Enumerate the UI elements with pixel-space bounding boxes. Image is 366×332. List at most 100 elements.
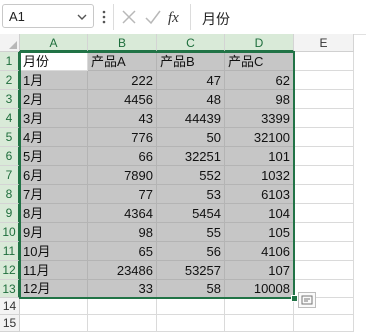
cell-d10[interactable]: 105 [225,223,294,242]
cell-c1[interactable]: 产品B [157,52,225,71]
column-header-a[interactable]: A [20,34,88,52]
row-header-10[interactable]: 10 [0,223,20,242]
cell-e12[interactable] [294,261,354,280]
cell-d1[interactable]: 产品C [225,52,294,71]
cell-e10[interactable] [294,223,354,242]
cell-d5[interactable]: 32100 [225,128,294,147]
cell-c3[interactable]: 48 [157,90,225,109]
cell-e8[interactable] [294,185,354,204]
row-header-12[interactable]: 12 [0,261,20,280]
cell-c2[interactable]: 47 [157,71,225,90]
cell-c13[interactable]: 58 [157,280,225,298]
fill-handle[interactable] [291,295,298,302]
cell-b8[interactable]: 77 [88,185,157,204]
row-header-8[interactable]: 8 [0,185,20,204]
cell-e15[interactable] [294,315,354,332]
cell-b13[interactable]: 33 [88,280,157,298]
select-all-button[interactable] [0,34,20,52]
cell-a5[interactable]: 4月 [20,128,88,147]
cell-b3[interactable]: 4456 [88,90,157,109]
close-icon[interactable] [119,7,139,27]
cell-d3[interactable]: 98 [225,90,294,109]
cell-b6[interactable]: 66 [88,147,157,166]
formula-input[interactable]: 月份 [196,4,366,30]
cell-a3[interactable]: 2月 [20,90,88,109]
cell-e7[interactable] [294,166,354,185]
cell-a14[interactable] [20,298,88,315]
cell-d11[interactable]: 4106 [225,242,294,261]
cell-c6[interactable]: 32251 [157,147,225,166]
column-header-d[interactable]: D [225,34,294,52]
cell-a11[interactable]: 10月 [20,242,88,261]
row-header-13[interactable]: 13 [0,280,20,298]
row-header-11[interactable]: 11 [0,242,20,261]
cell-d9[interactable]: 104 [225,204,294,223]
cell-d7[interactable]: 1032 [225,166,294,185]
cell-b7[interactable]: 7890 [88,166,157,185]
cell-c14[interactable] [157,298,225,315]
row-header-7[interactable]: 7 [0,166,20,185]
chevron-down-icon[interactable] [77,13,87,21]
cell-b2[interactable]: 222 [88,71,157,90]
cell-b15[interactable] [88,315,157,332]
cell-a9[interactable]: 8月 [20,204,88,223]
name-box[interactable]: A1 [2,4,94,28]
cell-a10[interactable]: 9月 [20,223,88,242]
cell-d15[interactable] [225,315,294,332]
cell-b10[interactable]: 98 [88,223,157,242]
cell-d14[interactable] [225,298,294,315]
cell-e3[interactable] [294,90,354,109]
cell-a15[interactable] [20,315,88,332]
cell-c15[interactable] [157,315,225,332]
column-header-c[interactable]: C [157,34,225,52]
cell-b4[interactable]: 43 [88,109,157,128]
row-header-3[interactable]: 3 [0,90,20,109]
cell-d13[interactable]: 10008 [225,280,294,298]
cell-a6[interactable]: 5月 [20,147,88,166]
row-header-15[interactable]: 15 [0,315,20,332]
row-header-1[interactable]: 1 [0,52,20,71]
cell-a12[interactable]: 11月 [20,261,88,280]
cell-e5[interactable] [294,128,354,147]
cell-b1[interactable]: 产品A [88,52,157,71]
cell-c11[interactable]: 56 [157,242,225,261]
row-header-5[interactable]: 5 [0,128,20,147]
row-header-6[interactable]: 6 [0,147,20,166]
cell-e4[interactable] [294,109,354,128]
cell-a7[interactable]: 6月 [20,166,88,185]
cell-b14[interactable] [88,298,157,315]
fx-icon[interactable]: fx [166,7,188,27]
cell-e9[interactable] [294,204,354,223]
cell-c9[interactable]: 5454 [157,204,225,223]
cell-e1[interactable] [294,52,354,71]
cell-c8[interactable]: 53 [157,185,225,204]
cell-c10[interactable]: 55 [157,223,225,242]
cell-c5[interactable]: 50 [157,128,225,147]
check-icon[interactable] [143,7,163,27]
cell-d6[interactable]: 101 [225,147,294,166]
row-header-9[interactable]: 9 [0,204,20,223]
cell-b9[interactable]: 4364 [88,204,157,223]
cell-c4[interactable]: 44439 [157,109,225,128]
cell-d4[interactable]: 3399 [225,109,294,128]
cell-a4[interactable]: 3月 [20,109,88,128]
cell-b12[interactable]: 23486 [88,261,157,280]
cell-c7[interactable]: 552 [157,166,225,185]
quick-analysis-button[interactable] [298,292,316,308]
more-options-icon[interactable] [101,8,107,26]
column-header-b[interactable]: B [88,34,157,52]
cell-b11[interactable]: 65 [88,242,157,261]
cell-d2[interactable]: 62 [225,71,294,90]
cell-e6[interactable] [294,147,354,166]
cell-e11[interactable] [294,242,354,261]
cell-d12[interactable]: 107 [225,261,294,280]
cell-a8[interactable]: 7月 [20,185,88,204]
cell-a13[interactable]: 12月 [20,280,88,298]
cell-c12[interactable]: 53257 [157,261,225,280]
cell-e2[interactable] [294,71,354,90]
cell-b5[interactable]: 776 [88,128,157,147]
cell-a2[interactable]: 1月 [20,71,88,90]
cell-a1[interactable]: 月份 [20,52,88,71]
row-header-2[interactable]: 2 [0,71,20,90]
cell-d8[interactable]: 6103 [225,185,294,204]
